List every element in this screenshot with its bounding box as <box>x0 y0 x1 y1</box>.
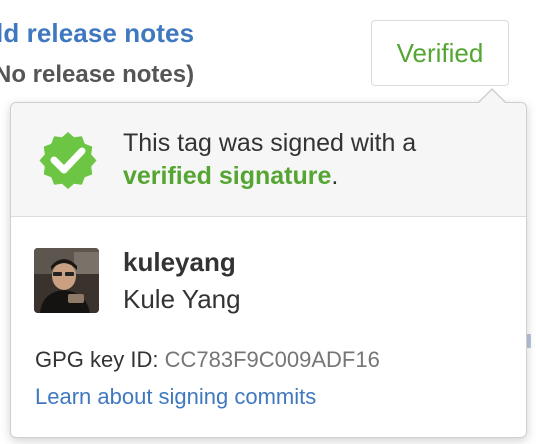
learn-about-signing-link[interactable]: Learn about signing commits <box>35 384 316 410</box>
avatar[interactable] <box>34 248 99 313</box>
release-notes-subtitle: No release notes) <box>0 61 195 88</box>
verified-badge-check-icon <box>35 127 101 193</box>
gpg-key-label: GPG key ID: <box>35 347 159 372</box>
background-edge-mark <box>527 334 531 348</box>
gpg-key-line: GPG key ID: CC783F9C009ADF16 <box>35 347 380 373</box>
signer-full-name: Kule Yang <box>123 284 241 314</box>
signature-popover: This tag was signed with a verified sign… <box>10 102 527 438</box>
release-notes-link[interactable]: ld release notes <box>0 18 194 49</box>
signature-message: This tag was signed with a verified sign… <box>123 127 416 193</box>
popover-header: This tag was signed with a verified sign… <box>11 103 526 217</box>
verified-button[interactable]: Verified <box>371 20 509 86</box>
gpg-key-id: CC783F9C009ADF16 <box>164 347 380 372</box>
verified-signature-text: verified signature <box>123 162 332 190</box>
signature-message-suffix: . <box>331 162 339 190</box>
popover-caret-fill <box>479 90 505 103</box>
signer-username[interactable]: kuleyang <box>123 247 236 278</box>
signature-message-prefix: This tag was signed with a <box>123 129 417 157</box>
